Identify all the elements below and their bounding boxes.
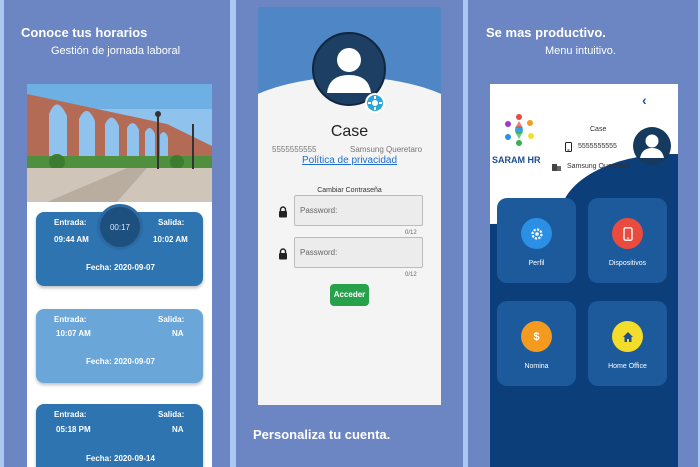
char-counter: 0/12 [405,230,417,236]
saram-logo [505,114,534,146]
attendance-card[interactable]: Entrada: 10:07 AM Salida: NA Fecha: 2020… [36,309,203,383]
phone-icon [612,218,643,249]
lock-icon [279,248,287,260]
phone-screen-schedules: Entrada: 09:44 AM Salida: 10:02 AM Fecha… [27,84,212,467]
entrada-label: Entrada: [54,218,87,227]
panel-subtitle: Gestión de jornada laboral [51,45,181,57]
phone-screen-menu: ‹ SARAM HR Case 5555555555 Samsung Quere… [490,84,678,467]
user-phone: 5555555555 [272,145,317,154]
salida-label: Salida: [158,218,185,227]
acceder-button[interactable]: Acceder [330,284,369,306]
menu-tile-home-office[interactable]: Home Office [588,301,667,386]
user-location: Samsung Queretaro [567,163,631,170]
privacy-policy-link[interactable]: Política de privacidad [258,155,441,166]
char-counter: 0/12 [405,272,417,278]
profile-avatar[interactable] [311,31,387,119]
change-password-label: Cambiar Contraseña [317,187,382,194]
home-icon [612,321,643,352]
building-icon [552,164,561,171]
user-location: Samsung Queretaro [350,145,423,154]
aqueduct-photo [27,84,212,202]
entrada-label: Entrada: [54,315,87,324]
menu-tile-dispositivos[interactable]: Dispositivos [588,198,667,283]
tile-label: Perfil [528,260,545,267]
password-field[interactable]: Password: [294,195,423,226]
entrada-time: 09:44 AM [54,235,89,244]
user-name: Case [330,123,369,140]
panel-schedules: Conoce tus horarios Gestión de jornada l… [4,0,230,467]
menu-tile-perfil[interactable]: Perfil [497,198,576,283]
salida-label: Salida: [158,410,185,419]
panel-subtitle: Menu intuitivo. [545,45,616,57]
brand-name: SARAM HR [492,155,541,165]
fecha-text: Fecha: 2020-09-07 [86,263,155,272]
menu-tile-nomina[interactable]: $ Nomina [497,301,576,386]
lock-icon [279,206,287,218]
salida-time: NA [172,425,184,434]
dollar-icon: $ [521,321,552,352]
salida-label: Salida: [158,315,185,324]
user-name: Case [590,126,607,133]
phone-icon [565,142,572,152]
tile-label: Dispositivos [608,260,647,267]
profile-avatar[interactable] [632,126,672,166]
panel-title: Se mas productivo. [486,25,606,40]
timer-badge: 00:17 [97,204,143,250]
user-phone: 5555555555 [578,143,617,150]
fecha-text: Fecha: 2020-09-07 [86,357,155,366]
attendance-card[interactable]: Entrada: 09:44 AM Salida: 10:02 AM Fecha… [36,204,203,286]
salida-time: NA [172,329,184,338]
fecha-text: Fecha: 2020-09-14 [86,454,155,463]
back-arrow-icon[interactable]: ‹ [642,92,647,108]
entrada-label: Entrada: [54,410,87,419]
phone-screen-account: Case 5555555555 Samsung Queretaro Políti… [258,7,441,405]
panel-menu: Se mas productivo. Menu intuitivo. ‹ SAR… [468,0,698,467]
salida-time: 10:02 AM [153,235,188,244]
tile-label: Nomina [524,363,549,370]
gear-icon [521,218,552,249]
tile-label: Home Office [608,363,647,370]
password-confirm-field[interactable]: Password: [294,237,423,268]
panel-title: Conoce tus horarios [21,25,148,40]
panel-account: Case 5555555555 Samsung Queretaro Políti… [236,0,463,467]
panel-caption: Personaliza tu cuenta. [253,427,391,442]
entrada-time: 10:07 AM [56,329,91,338]
attendance-card[interactable]: Entrada: 05:18 PM Salida: NA Fecha: 2020… [36,404,203,467]
entrada-time: 05:18 PM [56,425,91,434]
